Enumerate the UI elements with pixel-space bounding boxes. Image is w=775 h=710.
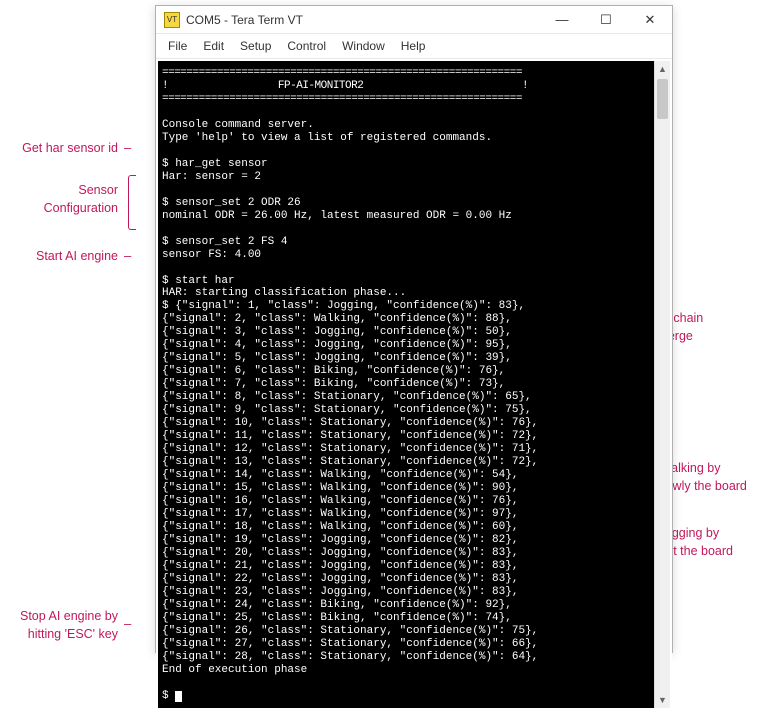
close-button[interactable]: ✕ (628, 6, 672, 34)
annotation-sensor-config: Sensor Configuration (0, 182, 118, 217)
teraterm-window: VT COM5 - Tera Term VT — ☐ ✕ File Edit S… (155, 5, 673, 653)
window-title: COM5 - Tera Term VT (186, 13, 540, 27)
cursor (175, 691, 182, 702)
menu-help[interactable]: Help (395, 37, 432, 55)
annotation-get-har-sensor: Get har sensor id (0, 140, 118, 158)
terminal-rows: $ {"signal": 1, "class": Jogging, "confi… (162, 300, 538, 662)
app-icon: VT (164, 12, 180, 28)
minimize-button[interactable]: — (540, 6, 584, 34)
annotation-dash: – (124, 616, 131, 631)
annotation-start-ai: Start AI engine (0, 248, 118, 266)
menu-control[interactable]: Control (281, 37, 332, 55)
menubar: File Edit Setup Control Window Help (156, 34, 672, 59)
titlebar[interactable]: VT COM5 - Tera Term VT — ☐ ✕ (156, 6, 672, 34)
scrollbar[interactable]: ▲ ▼ (654, 61, 670, 708)
bracket-sensor-config (128, 175, 136, 230)
menu-edit[interactable]: Edit (197, 37, 230, 55)
scroll-up-icon[interactable]: ▲ (655, 61, 670, 77)
menu-window[interactable]: Window (336, 37, 391, 55)
annotation-stop-ai: Stop AI engine by hitting 'ESC' key (0, 608, 118, 643)
annotation-dash: – (124, 140, 131, 155)
menu-file[interactable]: File (162, 37, 193, 55)
menu-setup[interactable]: Setup (234, 37, 277, 55)
scroll-down-icon[interactable]: ▼ (655, 692, 670, 708)
terminal-output[interactable]: ========================================… (158, 61, 654, 708)
annotation-dash: – (124, 248, 131, 263)
maximize-button[interactable]: ☐ (584, 6, 628, 34)
scroll-thumb[interactable] (657, 79, 668, 119)
